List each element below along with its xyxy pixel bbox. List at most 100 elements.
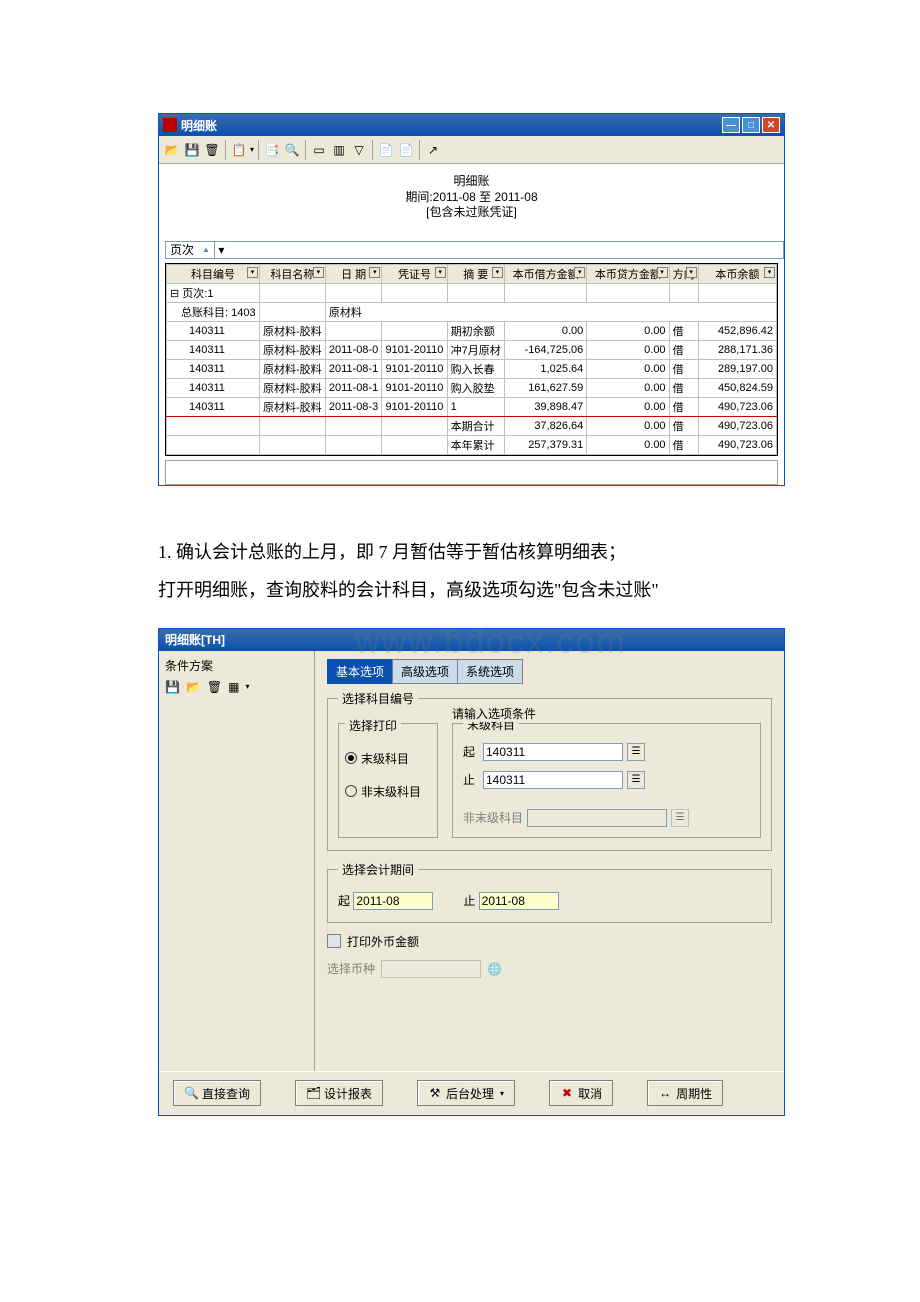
dropdown-icon[interactable]: ▾: [245, 682, 249, 691]
hint-label: 请输入选项条件: [448, 705, 540, 722]
period-start-input[interactable]: [353, 892, 433, 910]
cell-date: [325, 435, 382, 454]
col-balance: 本币余额: [715, 269, 759, 281]
cell-voucher: [382, 416, 447, 435]
col-debit: 本币借方金额: [513, 269, 579, 281]
copy-icon[interactable]: 📋: [230, 141, 248, 159]
ledger-grid: 科目编号▾ 科目名称▾ 日 期▾ 凭证号▾ 摘 要▾ 本币借方金额▾ 本币贷方金…: [165, 263, 778, 456]
layout-icon[interactable]: ▥: [330, 141, 348, 159]
cell-summary: 冲7月原材: [447, 340, 504, 359]
th-dropdown-icon[interactable]: ▾: [574, 267, 585, 278]
sheet-icon[interactable]: 📑: [263, 141, 281, 159]
ledger-detail-window: 明细账 — □ ✕ 📂 💾 🗑 📋 ▾ 📑 🔍 ▭ ▥ ▽ 📄 📄 ↗ 明细账 …: [158, 113, 785, 486]
cell-direction: 借: [669, 416, 698, 435]
background-process-button[interactable]: ⚒后台处理▾: [417, 1080, 515, 1106]
cell-code: [167, 435, 260, 454]
col-date: 日 期: [341, 269, 366, 281]
th-dropdown-icon[interactable]: ▾: [657, 267, 668, 278]
table-row[interactable]: 140311原材料-胶料2011-08-39101-20110139,898.4…: [167, 397, 777, 416]
th-dropdown-icon[interactable]: ▾: [764, 267, 775, 278]
report-heading: 明细账 期间:2011-08 至 2011-08 [包含未过账凭证]: [159, 174, 784, 221]
picker-icon[interactable]: ☰: [627, 743, 645, 761]
th-dropdown-icon[interactable]: ▾: [686, 267, 697, 278]
cancel-button[interactable]: ✖取消: [549, 1080, 613, 1106]
open-folder-icon[interactable]: 📂: [163, 141, 181, 159]
picker-icon[interactable]: ☰: [627, 771, 645, 789]
cell-code: [167, 416, 260, 435]
close-button[interactable]: ✕: [762, 117, 780, 133]
period-end-input[interactable]: [479, 892, 559, 910]
th-dropdown-icon[interactable]: ▾: [492, 267, 503, 278]
checkbox-icon[interactable]: [327, 934, 341, 948]
group-expand-icon[interactable]: ⊟ 页次:1: [167, 283, 260, 302]
cell-balance: 490,723.06: [698, 416, 776, 435]
minimize-button[interactable]: —: [722, 117, 740, 133]
dialog-titlebar[interactable]: 明细账[TH]: [159, 629, 784, 651]
th-dropdown-icon[interactable]: ▾: [435, 267, 446, 278]
table-row[interactable]: 140311原材料-胶料期初余额0.000.00借452,896.42: [167, 321, 777, 340]
preview-icon[interactable]: 🔍: [283, 141, 301, 159]
cell-date: [325, 416, 382, 435]
delete-icon[interactable]: 🗑: [203, 141, 221, 159]
cell-name: 原材料-胶料: [259, 340, 325, 359]
titlebar[interactable]: 明细账 — □ ✕: [159, 114, 784, 136]
cycle-icon: ↔: [658, 1086, 672, 1100]
filter-icon[interactable]: ▽: [350, 141, 368, 159]
cell-balance: 289,197.00: [698, 359, 776, 378]
cell-summary: 1: [447, 397, 504, 416]
th-dropdown-icon[interactable]: ▾: [313, 267, 324, 278]
cell-voucher: 9101-20110: [382, 359, 447, 378]
page-icon[interactable]: ▭: [310, 141, 328, 159]
cell-direction: 借: [669, 359, 698, 378]
process-icon: ⚒: [428, 1086, 442, 1100]
dropdown-icon[interactable]: ▾: [214, 242, 228, 258]
table-row[interactable]: 140311原材料-胶料2011-08-19101-20110购入长春1,025…: [167, 359, 777, 378]
cell-debit: -164,725.06: [504, 340, 586, 359]
save-scheme-icon[interactable]: 💾: [165, 680, 180, 694]
doc1-icon[interactable]: 📄: [377, 141, 395, 159]
start-label: 起: [463, 743, 479, 760]
table-row[interactable]: 本年累计257,379.310.00借490,723.06: [167, 435, 777, 454]
dropdown-icon[interactable]: ▾: [500, 1089, 504, 1098]
col-summary: 摘 要: [463, 269, 488, 281]
page-selector[interactable]: 页次 ▲ ▾: [165, 241, 784, 259]
doc2-icon[interactable]: 📄: [397, 141, 415, 159]
query-button[interactable]: 🔍直接查询: [173, 1080, 261, 1106]
cell-debit: 39,898.47: [504, 397, 586, 416]
th-dropdown-icon[interactable]: ▾: [369, 267, 380, 278]
table-row[interactable]: 140311原材料-胶料2011-08-09101-20110冲7月原材-164…: [167, 340, 777, 359]
save-icon[interactable]: 💾: [183, 141, 201, 159]
delete-scheme-icon[interactable]: 🗑: [207, 680, 222, 694]
radio-leaf-subject[interactable]: 末级科目: [345, 750, 431, 767]
table-row[interactable]: 本期合计37,826.640.00借490,723.06: [167, 416, 777, 435]
foreign-currency-checkbox[interactable]: 打印外币金额: [327, 933, 772, 950]
subject-end-input[interactable]: [483, 771, 623, 789]
cell-credit: 0.00: [587, 435, 669, 454]
subject-start-input[interactable]: [483, 743, 623, 761]
cell-summary: 本年累计: [447, 435, 504, 454]
tab-advanced[interactable]: 高级选项: [392, 659, 458, 684]
radio-nonleaf-subject[interactable]: 非末级科目: [345, 783, 431, 800]
dialog-title: 明细账[TH]: [165, 631, 225, 648]
tab-system[interactable]: 系统选项: [457, 659, 523, 684]
open-scheme-icon[interactable]: 📂: [186, 680, 201, 694]
design-report-button[interactable]: 🗂设计报表: [295, 1080, 383, 1106]
th-dropdown-icon[interactable]: ▾: [247, 267, 258, 278]
periodic-button[interactable]: ↔周期性: [647, 1080, 723, 1106]
table-row[interactable]: 140311原材料-胶料2011-08-19101-20110购入胶垫161,6…: [167, 378, 777, 397]
leaf-subject-group: 末级科目 起 ☰ 止 ☰ 非末级科目: [452, 723, 761, 838]
end-label: 止: [463, 771, 479, 788]
grid-group-subheader: 总账科目: 1403 原材料: [167, 302, 777, 321]
col-subject-code: 科目编号: [191, 269, 235, 281]
scheme-panel: 条件方案 💾 📂 🗑 ▦ ▾: [159, 651, 315, 1071]
cell-balance: 288,171.36: [698, 340, 776, 359]
maximize-button[interactable]: □: [742, 117, 760, 133]
options-panel: www.bdocx.com 基本选项 高级选项 系统选项 选择科目编号 请输入选…: [315, 651, 784, 1071]
nonleaf-label: 非末级科目: [463, 809, 523, 826]
cell-summary: 购入长春: [447, 359, 504, 378]
cell-summary: 本期合计: [447, 416, 504, 435]
exit-icon[interactable]: ↗: [424, 141, 442, 159]
period-legend: 选择会计期间: [338, 861, 418, 878]
grid-scheme-icon[interactable]: ▦: [228, 680, 239, 694]
tab-basic[interactable]: 基本选项: [327, 659, 393, 684]
